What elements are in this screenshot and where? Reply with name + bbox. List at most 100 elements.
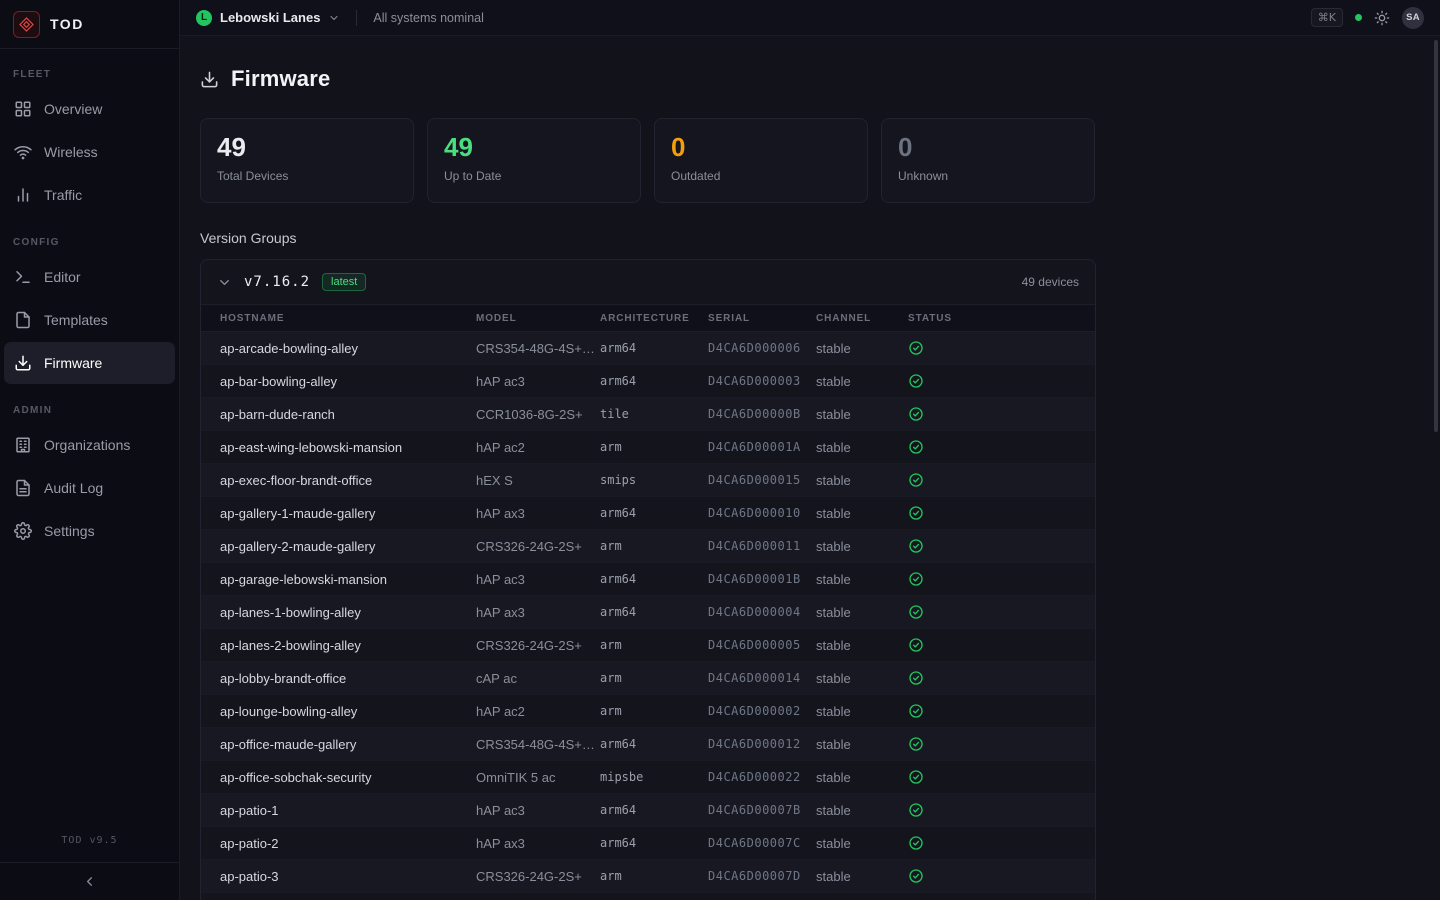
sidebar-item-audit-log[interactable]: Audit Log (4, 467, 175, 509)
device-hostname: ap-office-maude-gallery (220, 737, 476, 752)
command-palette-shortcut[interactable]: ⌘K (1311, 8, 1343, 27)
org-switcher[interactable]: L Lebowski Lanes (196, 10, 340, 26)
page-title: Firmware (231, 66, 330, 92)
device-row[interactable]: ap-barn-dude-ranchCCR1036-8G-2S+tileD4CA… (201, 398, 1095, 431)
device-channel: stable (816, 539, 908, 554)
check-circle-icon (908, 835, 1095, 851)
device-serial: D4CA6D00007C (708, 836, 816, 850)
column-header-channel: CHANNEL (816, 313, 908, 324)
device-channel: stable (816, 506, 908, 521)
device-row[interactable]: ap-patio-1hAP ac3arm64D4CA6D00007Bstable (201, 794, 1095, 827)
main-column: L Lebowski Lanes All systems nominal ⌘K … (180, 0, 1440, 900)
device-row[interactable]: ap-lanes-1-bowling-alleyhAP ax3arm64D4CA… (201, 596, 1095, 629)
sidebar-item-settings[interactable]: Settings (4, 510, 175, 552)
version-group-header[interactable]: v7.16.2 latest 49 devices (201, 260, 1095, 304)
bar-chart-icon (14, 186, 32, 204)
column-header-model: MODEL (476, 313, 600, 324)
device-architecture: smips (600, 473, 708, 487)
device-row[interactable]: ap-lounge-bowling-alleyhAP ac2armD4CA6D0… (201, 695, 1095, 728)
device-architecture: arm (600, 869, 708, 883)
column-header-architecture: ARCHITECTURE (600, 313, 708, 324)
device-serial: D4CA6D000003 (708, 374, 816, 388)
device-channel: stable (816, 638, 908, 653)
sidebar-item-traffic[interactable]: Traffic (4, 174, 175, 216)
device-channel: stable (816, 671, 908, 686)
device-channel: stable (816, 341, 908, 356)
sidebar-item-overview[interactable]: Overview (4, 88, 175, 130)
check-circle-icon (908, 736, 1095, 752)
scrollbar[interactable] (1434, 40, 1438, 432)
device-architecture: arm64 (600, 506, 708, 520)
stat-label: Total Devices (217, 169, 397, 183)
device-model: cAP ac (476, 671, 600, 686)
sidebar-item-templates[interactable]: Templates (4, 299, 175, 341)
device-channel: stable (816, 803, 908, 818)
device-serial: D4CA6D000012 (708, 737, 816, 751)
device-channel: stable (816, 473, 908, 488)
device-model: CRS326-24G-2S+ (476, 638, 600, 653)
device-hostname: ap-arcade-bowling-alley (220, 341, 476, 356)
sidebar-item-wireless[interactable]: Wireless (4, 131, 175, 173)
status-dot (1355, 14, 1362, 21)
sidebar-item-label: Settings (44, 523, 95, 539)
column-header-status: STATUS (908, 313, 1095, 324)
stat-value: 0 (898, 133, 1078, 163)
user-avatar[interactable]: SA (1402, 7, 1424, 29)
device-row[interactable]: ap-exec-floor-brandt-officehEX SsmipsD4C… (201, 464, 1095, 497)
check-circle-icon (908, 439, 1095, 455)
app-version-label: TOD v9.5 (0, 835, 179, 862)
device-row[interactable]: ap-patio-2hAP ax3arm64D4CA6D00007Cstable (201, 827, 1095, 860)
device-row[interactable]: ap-patio-3CRS326-24G-2S+armD4CA6D00007Ds… (201, 860, 1095, 893)
stat-label: Up to Date (444, 169, 624, 183)
device-count: 49 devices (1022, 275, 1079, 289)
device-row[interactable]: ap-office-sobchak-securityOmniTIK 5 acmi… (201, 761, 1095, 794)
device-model: hAP ac3 (476, 572, 600, 587)
check-circle-icon (908, 505, 1095, 521)
device-model: CCR1036-8G-2S+ (476, 407, 600, 422)
sidebar-item-firmware[interactable]: Firmware (4, 342, 175, 384)
version-label: v7.16.2 (244, 274, 310, 290)
device-model: hAP ax3 (476, 605, 600, 620)
device-hostname: ap-gallery-2-maude-gallery (220, 539, 476, 554)
stat-label: Outdated (671, 169, 851, 183)
device-architecture: arm64 (600, 803, 708, 817)
device-serial: D4CA6D000014 (708, 671, 816, 685)
check-circle-icon (908, 472, 1095, 488)
device-hostname: ap-east-wing-lebowski-mansion (220, 440, 476, 455)
section-title: Version Groups (200, 230, 1420, 246)
sidebar-item-label: Traffic (44, 187, 82, 203)
sidebar-item-editor[interactable]: Editor (4, 256, 175, 298)
grid-icon (14, 100, 32, 118)
device-hostname: ap-patio-3 (220, 869, 476, 884)
device-row[interactable]: ap-arcade-bowling-alleyCRS354-48G-4S+…ar… (201, 332, 1095, 365)
sidebar-collapse-button[interactable] (0, 862, 179, 900)
sidebar-item-label: Audit Log (44, 480, 103, 496)
device-serial: D4CA6D000005 (708, 638, 816, 652)
device-row[interactable]: ap-bar-bowling-alleyhAP ac3arm64D4CA6D00… (201, 365, 1095, 398)
device-hostname: ap-bar-bowling-alley (220, 374, 476, 389)
check-circle-icon (908, 538, 1095, 554)
sidebar-spacer (0, 553, 179, 835)
device-channel: stable (816, 770, 908, 785)
device-model: hAP ac3 (476, 374, 600, 389)
device-row[interactable]: ap-garage-lebowski-mansionhAP ac3arm64D4… (201, 563, 1095, 596)
sidebar-item-label: Overview (44, 101, 102, 117)
download-icon (200, 70, 219, 89)
device-hostname: ap-patio-2 (220, 836, 476, 851)
device-serial: D4CA6D000006 (708, 341, 816, 355)
topbar-actions: ⌘K SA (1311, 7, 1424, 29)
sidebar-item-organizations[interactable]: Organizations (4, 424, 175, 466)
sun-icon[interactable] (1374, 10, 1390, 26)
device-row[interactable]: ap-gallery-2-maude-galleryCRS326-24G-2S+… (201, 530, 1095, 563)
device-row[interactable]: ap-lobby-brandt-officecAP acarmD4CA6D000… (201, 662, 1095, 695)
device-architecture: tile (600, 407, 708, 421)
device-row[interactable]: ap-gallery-1-maude-galleryhAP ax3arm64D4… (201, 497, 1095, 530)
sidebar-item-label: Templates (44, 312, 108, 328)
device-row[interactable]: ap-lanes-2-bowling-alleyCRS326-24G-2S+ar… (201, 629, 1095, 662)
device-row[interactable]: ap-office-maude-galleryCRS354-48G-4S+…ar… (201, 728, 1095, 761)
device-row[interactable]: ap-east-wing-lebowski-mansionhAP ac2armD… (201, 431, 1095, 464)
device-row[interactable]: ap-patio-4CRS354-48G-4S+…arm64D4CA6D0000… (201, 893, 1095, 900)
sidebar-item-label: Organizations (44, 437, 130, 453)
device-architecture: arm64 (600, 374, 708, 388)
app-logo[interactable]: TOD (0, 0, 179, 49)
